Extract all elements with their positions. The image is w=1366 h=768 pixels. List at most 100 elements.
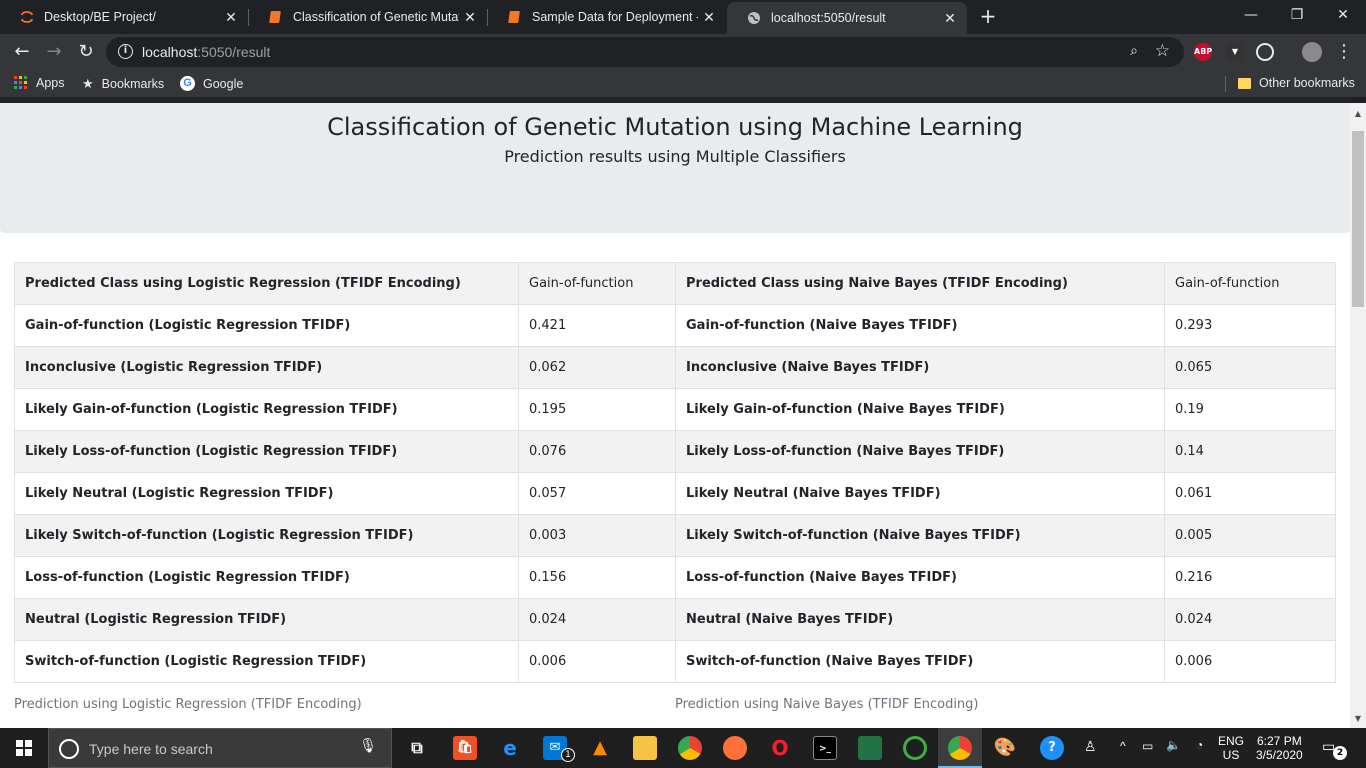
probability-cell: 0.293 (1164, 304, 1336, 347)
notification-badge: 2 (1333, 746, 1347, 760)
probability-cell: 0.024 (518, 598, 676, 641)
mail-badge: 1 (561, 748, 575, 762)
paint-icon[interactable]: 🎨 (993, 736, 1017, 760)
restore-icon[interactable]: ❐ (1274, 0, 1320, 30)
probability-cell: 0.14 (1164, 430, 1336, 473)
probability-cell: 0.062 (518, 346, 676, 389)
chrome-icon[interactable] (948, 736, 972, 760)
jupyter-icon (21, 11, 33, 23)
bookmark-star-icon[interactable]: ☆ (1155, 41, 1170, 61)
microsoft-store-icon[interactable]: 🛍 (453, 736, 477, 760)
firefox-icon[interactable] (723, 736, 747, 760)
windows-logo-icon (16, 740, 32, 756)
scroll-up-arrow-icon[interactable]: ▲ (1350, 109, 1366, 118)
probability-cell: 0.156 (518, 556, 676, 599)
battery-icon[interactable]: ▭ (1142, 739, 1153, 753)
taskbar-search-box[interactable]: Type here to search 🎙 (48, 728, 392, 768)
probability-cell: 0.076 (518, 430, 676, 473)
class-label-cell: Likely Loss-of-function (Logistic Regres… (14, 430, 519, 473)
back-arrow-icon[interactable]: ← (8, 38, 36, 66)
class-label-cell: Likely Switch-of-function (Naive Bayes T… (675, 514, 1165, 557)
scrollbar-thumb[interactable] (1352, 131, 1364, 307)
bookmark-apps[interactable]: Apps (14, 76, 65, 90)
menu-kebab-icon[interactable]: ⋮ (1330, 38, 1358, 66)
table-row: Switch-of-function (Naive Bayes TFIDF) 0.… (675, 640, 1336, 683)
tab-classification-notebook[interactable]: Classification of Genetic Mutatio ✕ (249, 0, 487, 34)
volume-icon[interactable]: 🔈 (1166, 738, 1181, 752)
class-label-cell: Neutral (Logistic Regression TFIDF) (14, 598, 519, 641)
adblock-plus-icon[interactable]: ABP (1194, 43, 1212, 61)
tab-strip: Desktop/BE Project/ ✕ Classification of … (0, 0, 1366, 34)
terminal-icon[interactable]: >_ (813, 736, 837, 760)
close-tab-icon[interactable]: ✕ (459, 9, 481, 26)
chrome-icon[interactable] (678, 736, 702, 760)
profile-avatar[interactable] (1302, 42, 1322, 62)
probability-cell: 0.216 (1164, 556, 1336, 599)
header-label-cell: Predicted Class using Logistic Regressio… (14, 262, 519, 305)
table-row: Likely Gain-of-function (Logistic Regres… (14, 388, 676, 431)
table-row: Likely Neutral (Logistic Regression TFID… (14, 472, 676, 515)
wifi-icon[interactable]: ◔ (1196, 738, 1203, 752)
probability-cell: 0.006 (518, 640, 676, 683)
class-label-cell: Loss-of-function (Logistic Regression TF… (14, 556, 519, 599)
table-row: Inconclusive (Logistic Regression TFIDF)… (14, 346, 676, 389)
extension-cat-icon[interactable]: ▼ (1226, 43, 1244, 61)
address-bar[interactable]: i localhost:5050/result ⌕ ☆ (106, 37, 1184, 67)
bookmark-bookmarks[interactable]: ★ Bookmarks (82, 76, 164, 92)
table-row: Gain-of-function (Naive Bayes TFIDF) 0.29… (675, 304, 1336, 347)
tab-desktop-be-project[interactable]: Desktop/BE Project/ ✕ (0, 0, 248, 34)
clock[interactable]: 6:27 PM 3/5/2020 (1256, 734, 1303, 762)
table-header-row: Predicted Class using Logistic Regressio… (14, 262, 676, 305)
edge-icon[interactable]: e (498, 736, 522, 760)
minimize-icon[interactable]: — (1228, 0, 1274, 30)
vertical-scrollbar[interactable]: ▲ ▼ (1350, 103, 1366, 728)
url-text[interactable]: localhost:5050/result (142, 44, 270, 60)
file-explorer-icon[interactable] (633, 736, 657, 760)
table-row: Neutral (Logistic Regression TFIDF) 0.024 (14, 598, 676, 641)
app-ring-icon[interactable] (903, 736, 927, 760)
tab-sample-data[interactable]: Sample Data for Deployment - Ju ✕ (488, 0, 726, 34)
language-code: ENG (1218, 734, 1245, 748)
new-tab-button[interactable]: + (977, 5, 999, 27)
task-view-icon[interactable]: ⧉ (405, 736, 429, 760)
table-row: Likely Switch-of-function (Logistic Regr… (14, 514, 676, 557)
class-label-cell: Likely Switch-of-function (Logistic Regr… (14, 514, 519, 557)
help-icon[interactable]: ? (1040, 736, 1064, 760)
tray-chevron-icon[interactable]: ^ (1120, 739, 1126, 753)
tab-title: Sample Data for Deployment - Ju (532, 10, 698, 24)
microphone-icon[interactable]: 🎙 (359, 738, 377, 754)
class-label-cell: Gain-of-function (Logistic Regression TF… (14, 304, 519, 347)
close-window-icon[interactable]: ✕ (1320, 0, 1366, 30)
tab-result-active[interactable]: localhost:5050/result ✕ (727, 2, 967, 34)
jupyter-notebook-icon (269, 11, 281, 23)
close-tab-icon[interactable]: ✕ (220, 9, 242, 26)
reload-icon[interactable]: ↻ (72, 38, 100, 66)
table-row: Switch-of-function (Logistic Regression … (14, 640, 676, 683)
page-title: Classification of Genetic Mutation using… (327, 113, 1023, 141)
spreadsheet-icon[interactable] (858, 736, 882, 760)
opera-icon[interactable]: O (768, 736, 792, 760)
folder-icon (1238, 77, 1251, 89)
header-value-cell: Gain-of-function (518, 262, 676, 305)
table-row: Loss-of-function (Naive Bayes TFIDF) 0.21… (675, 556, 1336, 599)
people-icon[interactable]: ♙ (1084, 738, 1097, 755)
language-indicator[interactable]: ENG US (1218, 734, 1244, 762)
windows-start-button[interactable] (0, 728, 48, 768)
table-row: Gain-of-function (Logistic Regression TF… (14, 304, 676, 347)
close-tab-icon[interactable]: ✕ (939, 10, 961, 27)
vlc-icon[interactable]: ▲ (588, 736, 612, 760)
close-tab-icon[interactable]: ✕ (698, 9, 720, 26)
probability-cell: 0.19 (1164, 388, 1336, 431)
browser-toolbar: ← → ↻ i localhost:5050/result ⌕ ☆ ABP ▼ … (0, 34, 1366, 70)
class-label-cell: Likely Gain-of-function (Logistic Regres… (14, 388, 519, 431)
table-header-row: Predicted Class using Naive Bayes (TFIDF… (675, 262, 1336, 305)
class-label-cell: Switch-of-function (Logistic Regression … (14, 640, 519, 683)
forward-arrow-icon[interactable]: → (40, 38, 68, 66)
other-bookmarks[interactable]: Other bookmarks (1238, 76, 1355, 90)
bookmark-google[interactable]: G Google (180, 76, 243, 91)
extension-refresh-icon[interactable] (1256, 43, 1274, 61)
info-icon[interactable]: i (118, 44, 133, 59)
star-icon: ★ (82, 76, 94, 91)
scroll-down-arrow-icon[interactable]: ▼ (1350, 714, 1366, 723)
zoom-icon[interactable]: ⌕ (1130, 43, 1138, 59)
